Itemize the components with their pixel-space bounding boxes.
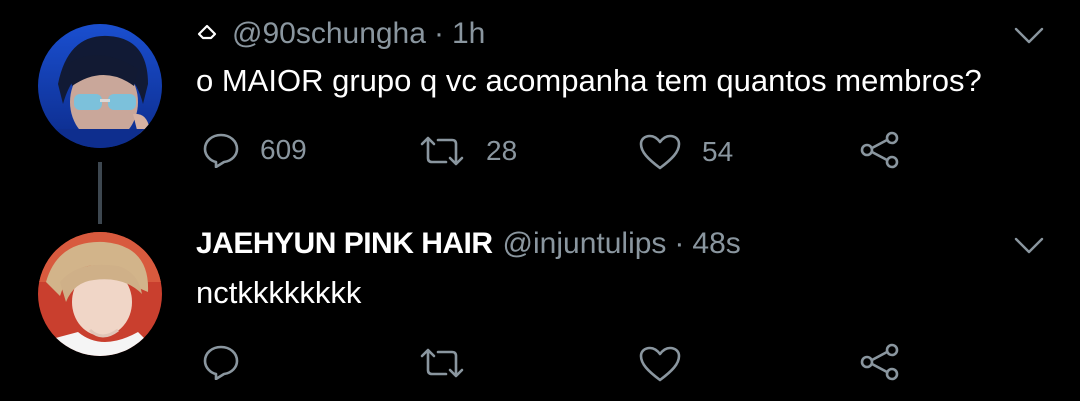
like-count: 54: [702, 136, 734, 167]
chevron-down-icon[interactable]: [1014, 26, 1044, 46]
heart-icon[interactable]: [638, 345, 682, 383]
tweet-header: @90schungha · 1h: [196, 16, 485, 52]
like-button[interactable]: [638, 345, 682, 383]
tweet-2[interactable]: JAEHYUN PINK HAIR @injuntulips · 48s nct…: [0, 180, 1080, 401]
retweet-button[interactable]: [418, 346, 466, 380]
home-outline-icon: [196, 23, 218, 45]
retweet-count: 28: [486, 135, 518, 166]
like-button[interactable]: 54: [638, 133, 733, 171]
retweet-icon[interactable]: [418, 346, 466, 380]
share-button[interactable]: [858, 130, 902, 170]
timestamp[interactable]: 1h: [452, 16, 485, 52]
avatar-image: [38, 24, 162, 148]
separator-dot: ·: [433, 17, 444, 50]
tweet-header: JAEHYUN PINK HAIR @injuntulips · 48s: [196, 226, 741, 262]
user-handle[interactable]: @injuntulips: [503, 226, 667, 262]
reply-button[interactable]: 609: [202, 132, 307, 168]
tweet-text: nctkkkkkkkk: [196, 275, 362, 310]
heart-icon[interactable]: [638, 133, 682, 171]
share-button[interactable]: [858, 342, 902, 382]
share-icon[interactable]: [858, 130, 902, 170]
avatar-image: [38, 232, 162, 356]
retweet-icon[interactable]: [418, 134, 466, 168]
reply-icon[interactable]: [202, 132, 240, 168]
tweet-text: o MAIOR grupo q vc acompanha tem quantos…: [196, 63, 982, 98]
display-name[interactable]: JAEHYUN PINK HAIR: [196, 226, 493, 262]
retweet-button[interactable]: 28: [418, 134, 517, 168]
avatar[interactable]: [38, 232, 162, 356]
user-handle[interactable]: @90schungha: [232, 16, 426, 52]
chevron-down-icon[interactable]: [1014, 236, 1044, 256]
avatar[interactable]: [38, 24, 162, 148]
tweet-1[interactable]: @90schungha · 1h o MAIOR grupo q vc acom…: [0, 0, 1080, 224]
timestamp[interactable]: 48s: [692, 226, 740, 262]
reply-count: 609: [260, 134, 307, 165]
reply-icon[interactable]: [202, 344, 240, 380]
separator-dot: ·: [674, 227, 685, 260]
reply-button[interactable]: [202, 344, 240, 380]
share-icon[interactable]: [858, 342, 902, 382]
